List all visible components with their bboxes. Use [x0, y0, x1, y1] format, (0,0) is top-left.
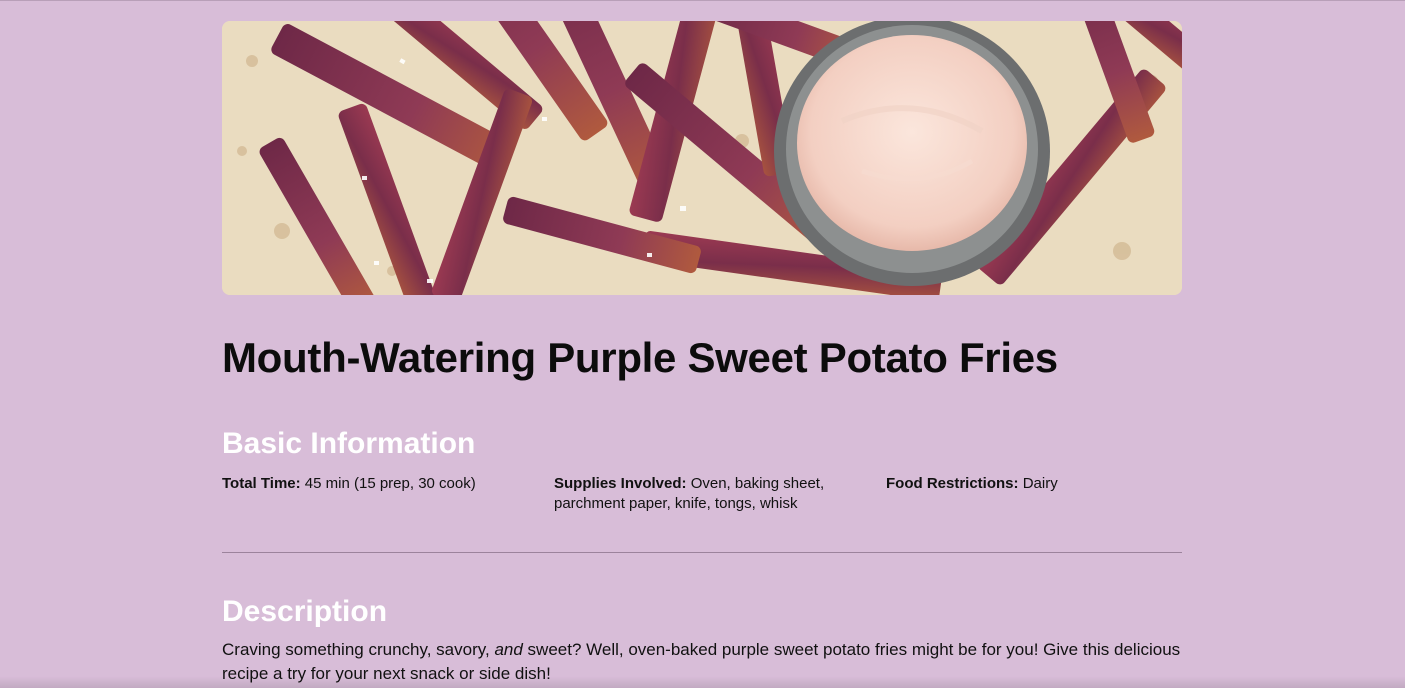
section-divider	[222, 552, 1182, 554]
description-heading: Description	[222, 595, 388, 629]
basic-information-row: Total Time: 45 min (15 prep, 30 cook) Su…	[222, 474, 1182, 514]
food-restrictions-value: Dairy	[1022, 475, 1058, 493]
total-time-value: 45 min (15 prep, 30 cook)	[304, 475, 476, 493]
recipe-hero-image	[222, 21, 1182, 295]
sweet-potato-fries-photo	[222, 21, 1182, 295]
total-time-label: Total Time:	[222, 475, 301, 493]
description-text-emphasis: and	[494, 640, 523, 660]
bottom-shadow	[0, 676, 1405, 688]
supplies-label: Supplies Involved:	[554, 475, 687, 493]
description-section: Description Craving something crunchy, s…	[222, 595, 1182, 686]
food-restrictions-item: Food Restrictions: Dairy	[886, 474, 1182, 514]
top-border	[0, 0, 1405, 1]
basic-information-heading: Basic Information	[222, 427, 476, 461]
total-time-item: Total Time: 45 min (15 prep, 30 cook)	[222, 474, 554, 514]
recipe-page: Mouth-Watering Purple Sweet Potato Fries…	[222, 21, 1182, 686]
recipe-title: Mouth-Watering Purple Sweet Potato Fries	[222, 334, 1058, 381]
supplies-item: Supplies Involved: Oven, baking sheet, p…	[554, 474, 886, 514]
basic-information-section: Basic Information Total Time: 45 min (15…	[222, 427, 1182, 514]
description-text-start: Craving something crunchy, savory,	[222, 640, 495, 660]
food-restrictions-label: Food Restrictions:	[886, 475, 1019, 493]
